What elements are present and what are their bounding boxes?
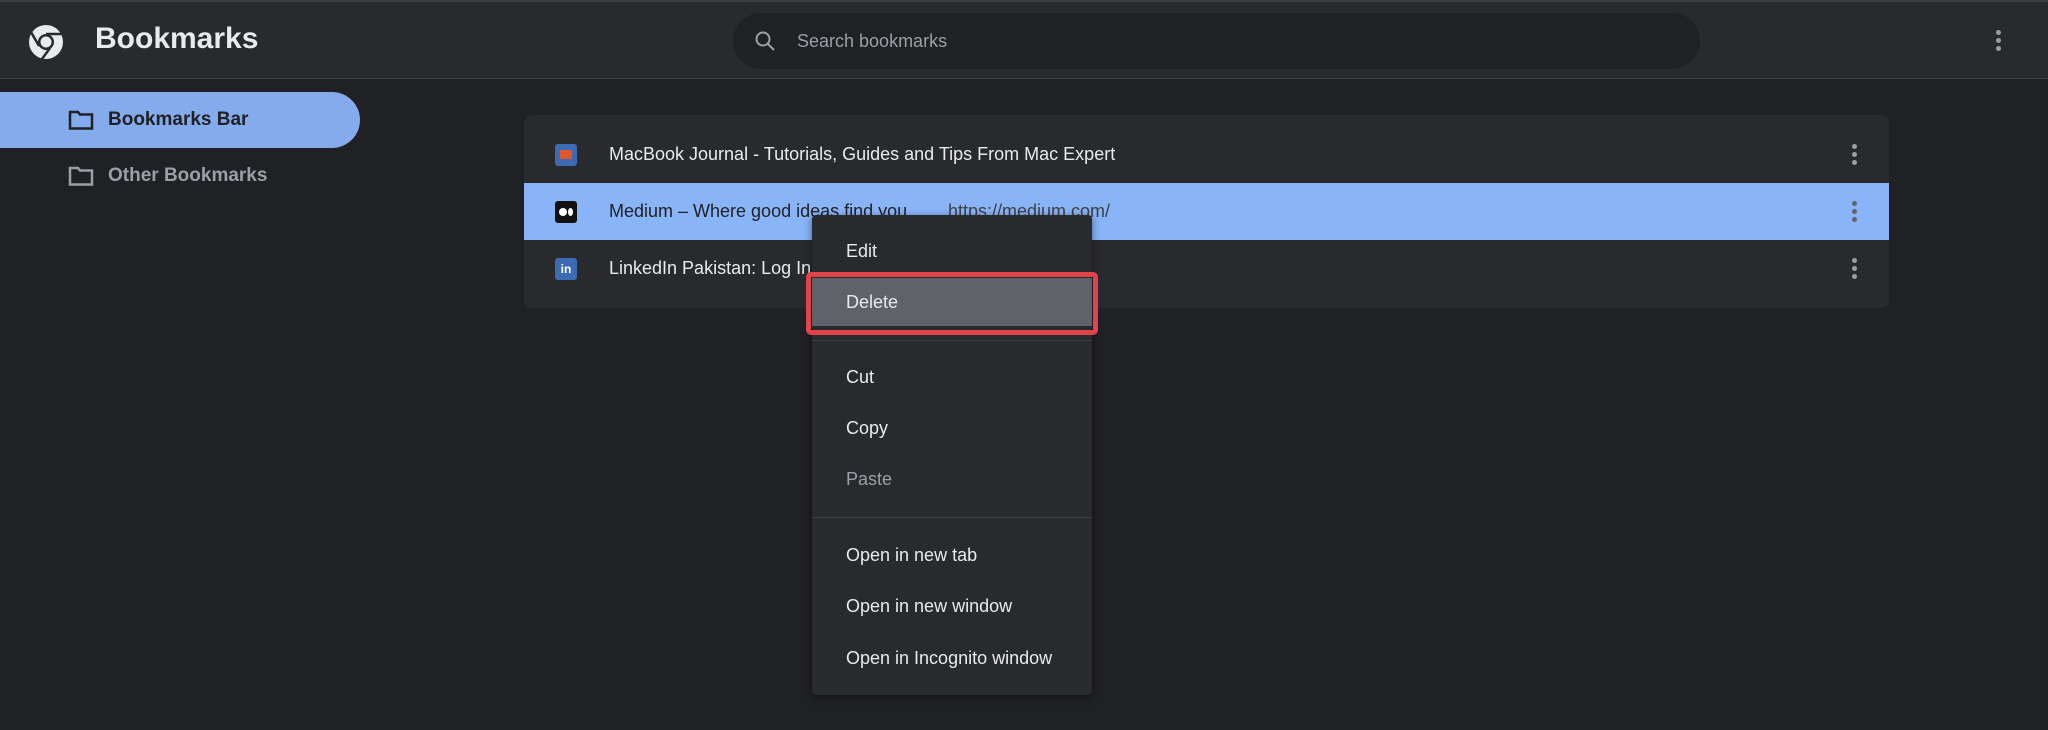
macbook-journal-favicon-icon: [555, 143, 577, 166]
search-icon: [755, 31, 775, 51]
bookmark-more-icon[interactable]: [1842, 201, 1866, 222]
bookmark-more-icon[interactable]: [1842, 258, 1866, 279]
header: Bookmarks: [0, 0, 2048, 79]
bookmark-row[interactable]: in LinkedIn Pakistan: Log In or Sign Up: [524, 240, 1889, 297]
folder-icon: [68, 110, 94, 130]
linkedin-favicon-icon: in: [555, 257, 577, 280]
chrome-logo-icon: [29, 25, 63, 60]
more-options-icon[interactable]: [1986, 30, 2010, 51]
menu-item-paste: Paste: [846, 468, 893, 489]
bookmark-row[interactable]: Medium – Where good ideas find you. http…: [524, 183, 1889, 240]
menu-item-cut[interactable]: Cut: [812, 353, 1092, 401]
folder-icon: [68, 166, 94, 186]
bookmark-row[interactable]: MacBook Journal - Tutorials, Guides and …: [524, 126, 1889, 183]
sidebar-item-label: Other Bookmarks: [108, 165, 268, 186]
sidebar-item-label: Bookmarks Bar: [108, 109, 249, 130]
page-title: Bookmarks: [95, 22, 259, 55]
search-input[interactable]: [797, 13, 1677, 69]
context-menu: Edit Delete Cut Copy Paste Open in new t…: [812, 215, 1092, 695]
medium-favicon-icon: [555, 200, 577, 223]
menu-item-edit[interactable]: Edit: [812, 227, 1092, 275]
bookmark-title: MacBook Journal - Tutorials, Guides and …: [609, 144, 1116, 164]
menu-divider: [812, 340, 1092, 341]
bookmark-list: MacBook Journal - Tutorials, Guides and …: [524, 115, 1889, 308]
menu-item-delete[interactable]: Delete: [812, 278, 1092, 326]
bookmark-more-icon[interactable]: [1842, 144, 1866, 165]
menu-item-copy[interactable]: Copy: [812, 404, 1092, 452]
sidebar-item-other-bookmarks[interactable]: Other Bookmarks: [0, 148, 360, 204]
menu-item-open-new-tab[interactable]: Open in new tab: [812, 531, 1092, 579]
menu-item-open-new-window[interactable]: Open in new window: [812, 582, 1092, 630]
search-box[interactable]: [733, 13, 1700, 69]
sidebar-item-bookmarks-bar[interactable]: Bookmarks Bar: [0, 92, 360, 148]
menu-item-open-incognito[interactable]: Open in Incognito window: [812, 634, 1092, 682]
menu-divider: [812, 517, 1092, 518]
